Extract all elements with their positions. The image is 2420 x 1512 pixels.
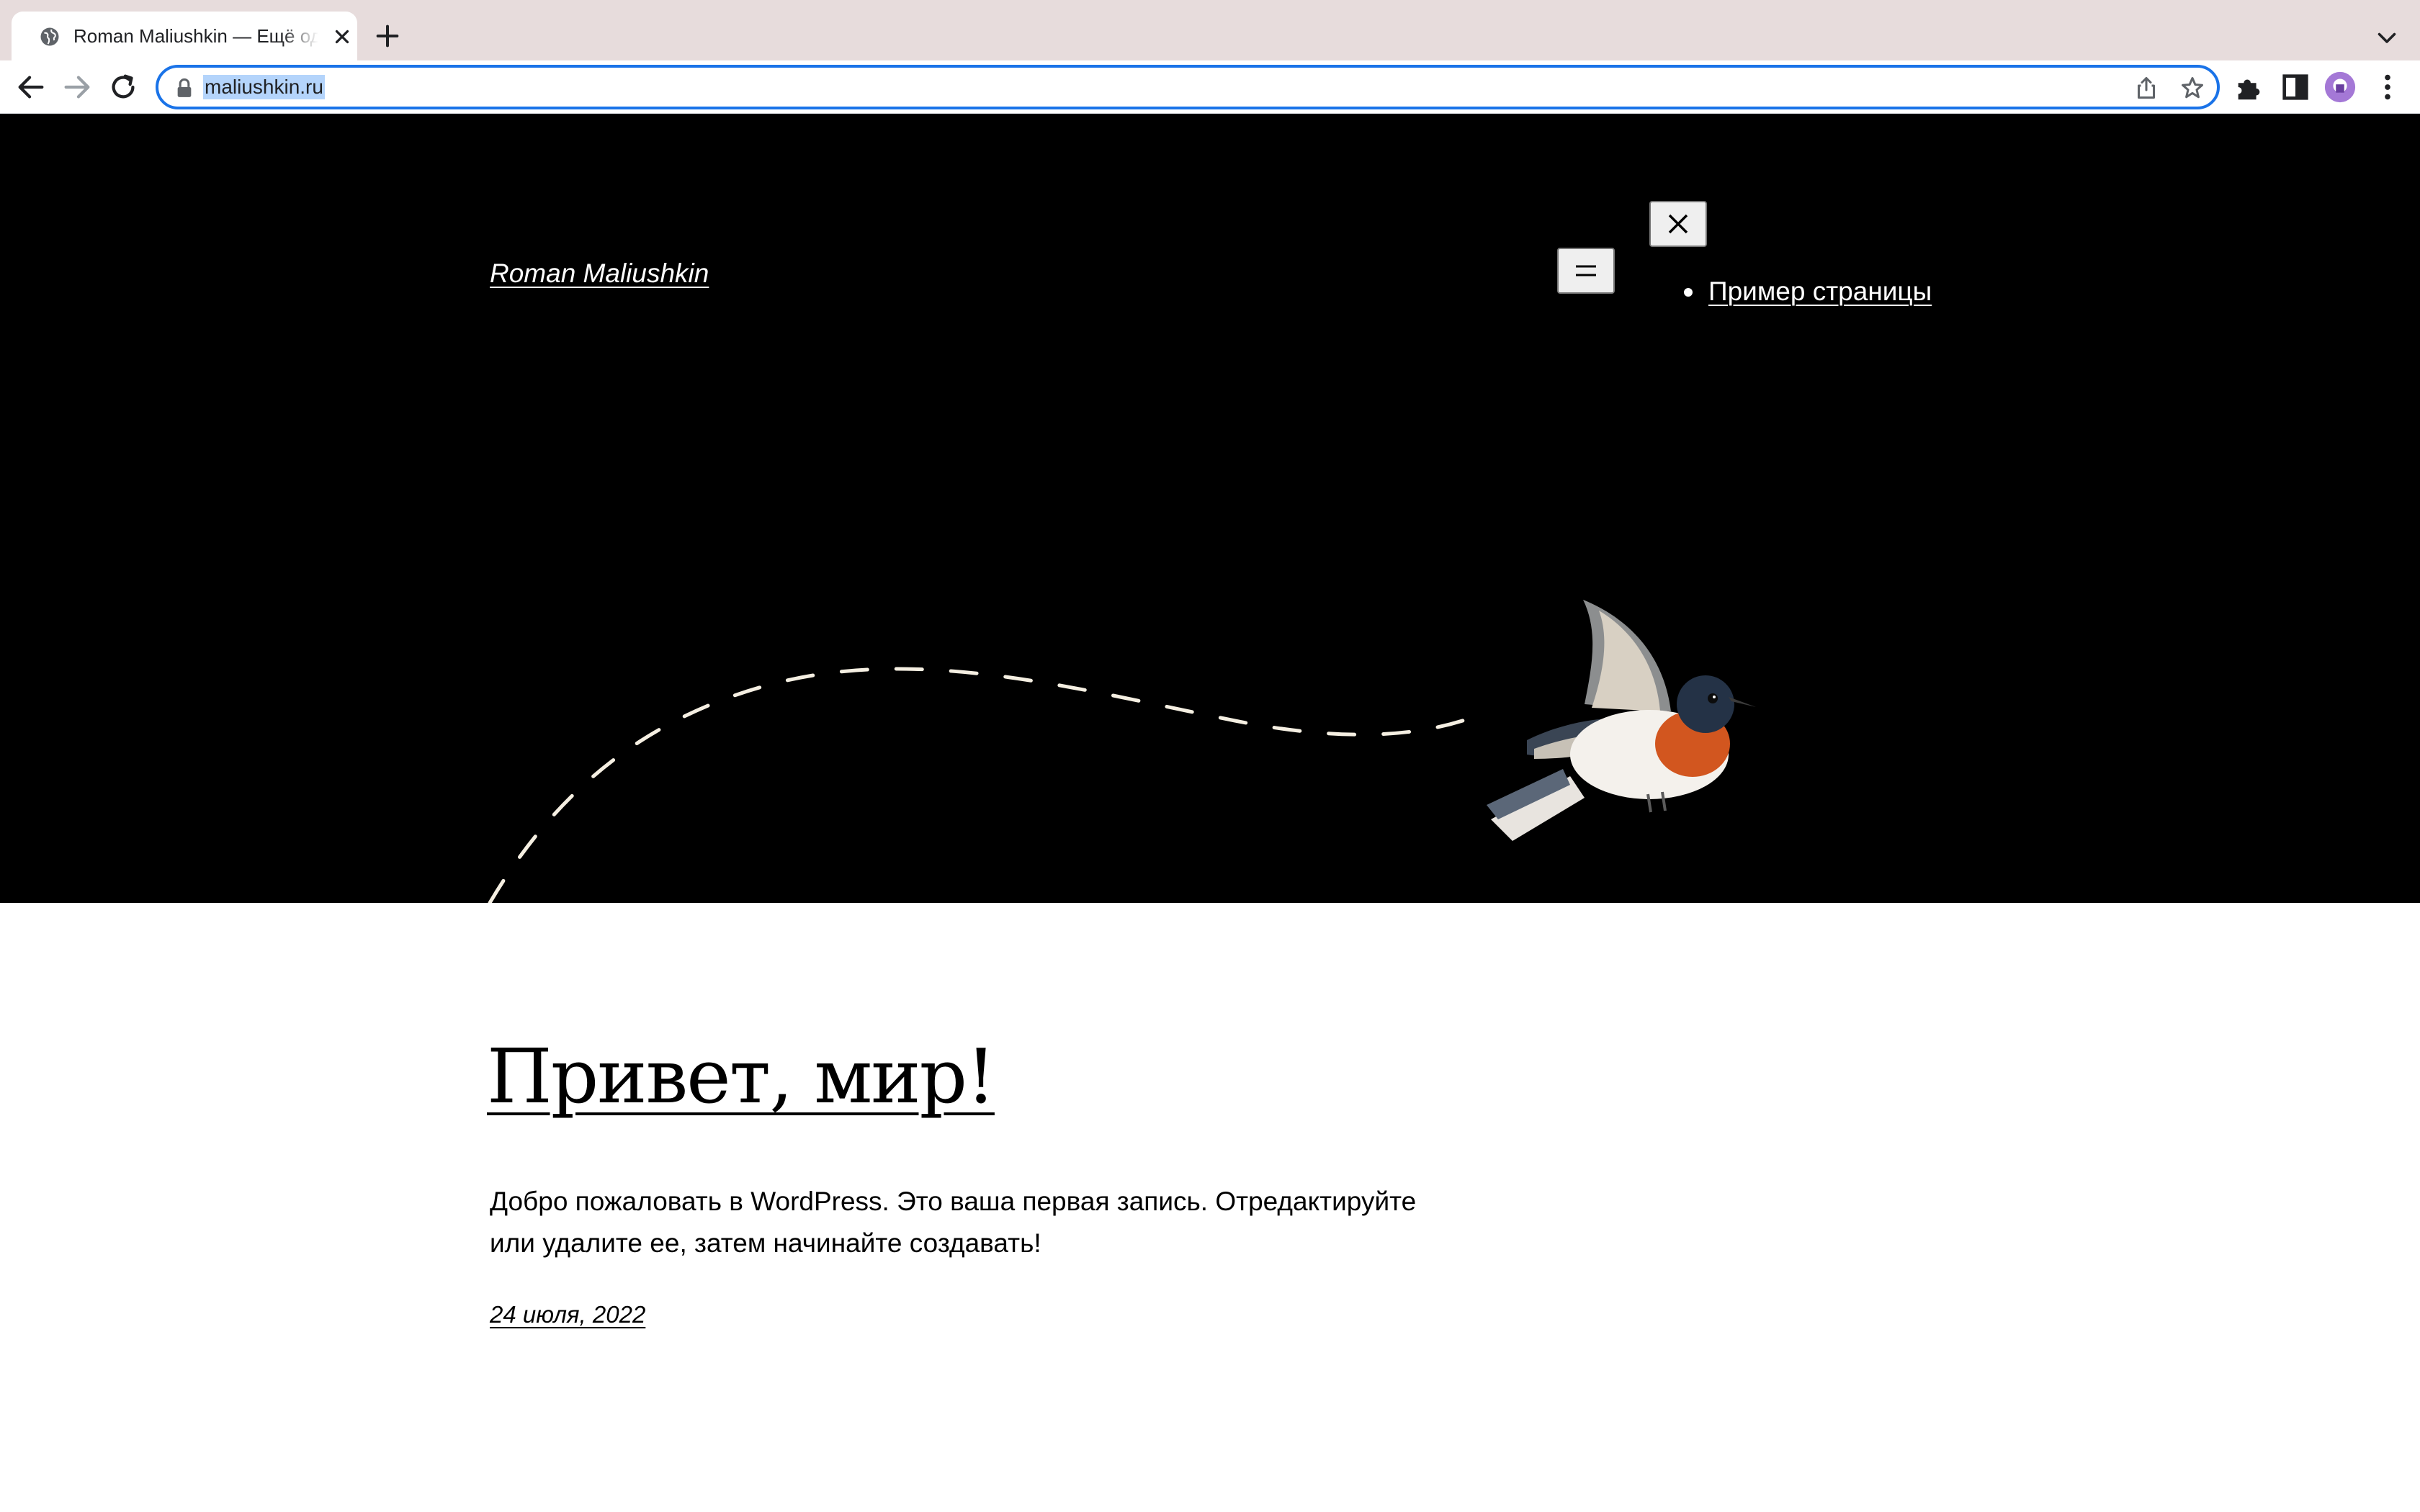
nav-item: Пример страницы [1684,275,1932,308]
tab-title: Roman Maliushkin — Ещё один сайт на Word… [73,25,318,47]
side-panel-icon[interactable] [2279,71,2312,104]
puzzle-icon[interactable] [2233,71,2266,104]
globe-icon [40,27,59,46]
arrow-left-icon[interactable] [14,71,48,104]
browser-tabstrip: Roman Maliushkin — Ещё один сайт на Word… [0,0,2420,60]
url-text[interactable]: maliushkin.ru [203,75,325,99]
bird-illustration [1487,600,1756,841]
header-illustration [488,600,1756,903]
lock-icon[interactable] [176,78,193,98]
reload-icon[interactable] [107,71,140,104]
post-excerpt: Добро пожаловать в WordPress. Это ваша п… [490,1187,1417,1258]
star-icon[interactable] [2179,75,2205,101]
browser-tab-active[interactable]: Roman Maliushkin — Ещё один сайт на Word… [12,12,357,60]
site-title-link[interactable]: Roman Maliushkin [490,258,709,289]
dashed-flight-path [488,667,1471,903]
arrow-right-icon[interactable] [60,71,94,104]
menu-open-button[interactable] [1557,248,1615,294]
post-date-link[interactable]: 24 июля, 2022 [490,1299,645,1331]
close-icon[interactable] [331,26,353,48]
chevron-down-icon[interactable] [2374,24,2400,50]
nav-bullet [1684,288,1693,297]
browser-toolbar: maliushkin.ru [0,60,2420,114]
avatar[interactable] [2323,71,2357,104]
primary-navigation: Пример страницы [1684,275,1932,308]
hamburger-icon [1576,265,1596,276]
share-icon[interactable] [2133,75,2159,101]
menu-close-button[interactable] [1649,201,1707,247]
post-title-link[interactable]: Привет, мир! [487,1030,996,1123]
site-header: Roman Maliushkin Пример страницы [0,114,2420,903]
address-bar[interactable]: maliushkin.ru [156,65,2220,109]
kebab-menu-icon[interactable] [2371,71,2404,104]
close-icon [1668,214,1688,234]
plus-icon[interactable] [373,22,402,50]
nav-link-sample-page[interactable]: Пример страницы [1708,276,1932,306]
